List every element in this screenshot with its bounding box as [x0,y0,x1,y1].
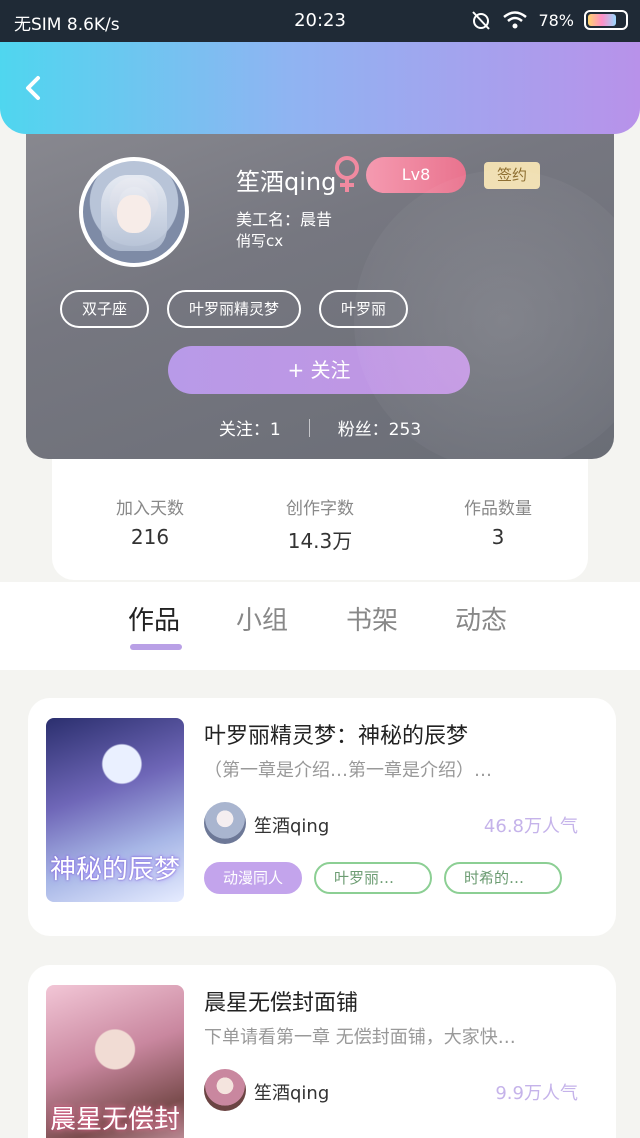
work-tag[interactable]: 动漫同人 [204,862,303,894]
following-count[interactable]: 关注：1 [219,415,281,440]
work-card[interactable]: 晨星无偿封面铺 晨星无偿封面铺 下单请看第一章 无偿封面铺，大家快… 笙酒qin… [28,965,616,1138]
fans-count[interactable]: 粉丝：253 [338,415,421,440]
stat-label: 创作字数 [286,499,354,519]
popularity-count: 9.9万人气 [495,1083,578,1104]
tab-bookshelf[interactable]: 书架 [346,600,398,637]
data-stats-card: 加入天数 216 创作字数 14.3万 作品数量 3 [52,458,588,580]
stat-value: 14.3万 [287,529,353,553]
divider [308,418,310,437]
stat-label: 加入天数 [116,499,184,519]
profile-tags: 双子座 叶罗丽精灵梦 叶罗丽 [60,290,409,328]
profile-tag[interactable]: 叶罗丽精灵梦 [167,290,302,328]
tab-works[interactable]: 作品 [128,600,180,637]
author-name[interactable]: 笙酒qing [254,812,329,838]
work-tag[interactable]: 时希的… [444,862,563,894]
stat-value: 216 [130,525,170,549]
work-tags: 动漫同人 叶罗丽… 时希的… [204,862,563,894]
stat-word-count: 创作字数 14.3万 [240,494,400,554]
stat-join-days: 加入天数 216 [70,494,230,549]
header-bar [0,42,640,134]
chevron-left-icon[interactable] [18,72,50,104]
contract-badge: 签约 [484,162,540,189]
cover-title: 晨星无偿封面铺 [49,1105,180,1135]
profile-tag[interactable]: 叶罗丽 [319,290,409,328]
cover-title: 神秘的辰梦 [49,855,180,885]
nickname: 笙酒qing [236,168,337,196]
tab-indicator [130,644,182,650]
stat-value: 3 [491,525,505,549]
work-title[interactable]: 叶罗丽精灵梦：神秘的辰梦 [204,718,468,750]
stat-work-count: 作品数量 3 [418,494,578,549]
work-tag[interactable]: 叶罗丽… [314,862,433,894]
author-avatar[interactable] [204,802,246,844]
level-badge: Lv8 [366,157,466,193]
book-cover[interactable]: 神秘的辰梦 [46,718,184,902]
avatar[interactable] [79,157,189,267]
status-bar: 无SIM 8.6K/s 20:23 78% [0,0,640,42]
follow-stats: 关注：1 粉丝：253 [26,415,614,440]
artist-name: 美工名：晨昔 [236,210,333,229]
popularity-count: 46.8万人气 [483,816,578,837]
author-avatar[interactable] [204,1069,246,1111]
work-card[interactable]: 神秘的辰梦 叶罗丽精灵梦：神秘的辰梦 （第一章是介绍…第一章是介绍）… 笙酒qi… [28,698,616,936]
work-title[interactable]: 晨星无偿封面铺 [204,985,358,1017]
alarm-off-icon [472,11,491,30]
status-icons: 78% [470,9,628,31]
tab-bar: 作品 小组 书架 动态 [0,582,640,670]
wifi-icon [503,11,528,29]
follow-button[interactable]: + 关注 [168,346,470,394]
book-cover[interactable]: 晨星无偿封面铺 [46,985,184,1138]
work-description: 下单请看第一章 无偿封面铺，大家快… [204,1027,516,1048]
battery-percent: 78% [538,10,574,30]
profile-tag[interactable]: 双子座 [60,290,150,328]
profile-card: 笙酒qing Lv8 签约 美工名：晨昔 俏写cx 双子座 叶罗丽精灵梦 叶罗丽… [26,110,614,459]
tab-groups[interactable]: 小组 [236,600,288,637]
work-description: （第一章是介绍…第一章是介绍）… [204,760,492,781]
stat-label: 作品数量 [464,499,532,519]
tab-activity[interactable]: 动态 [455,600,507,637]
writer-name: 俏写cx [236,232,284,250]
female-icon [335,156,359,192]
battery-icon [584,10,628,30]
author-name[interactable]: 笙酒qing [254,1079,329,1105]
